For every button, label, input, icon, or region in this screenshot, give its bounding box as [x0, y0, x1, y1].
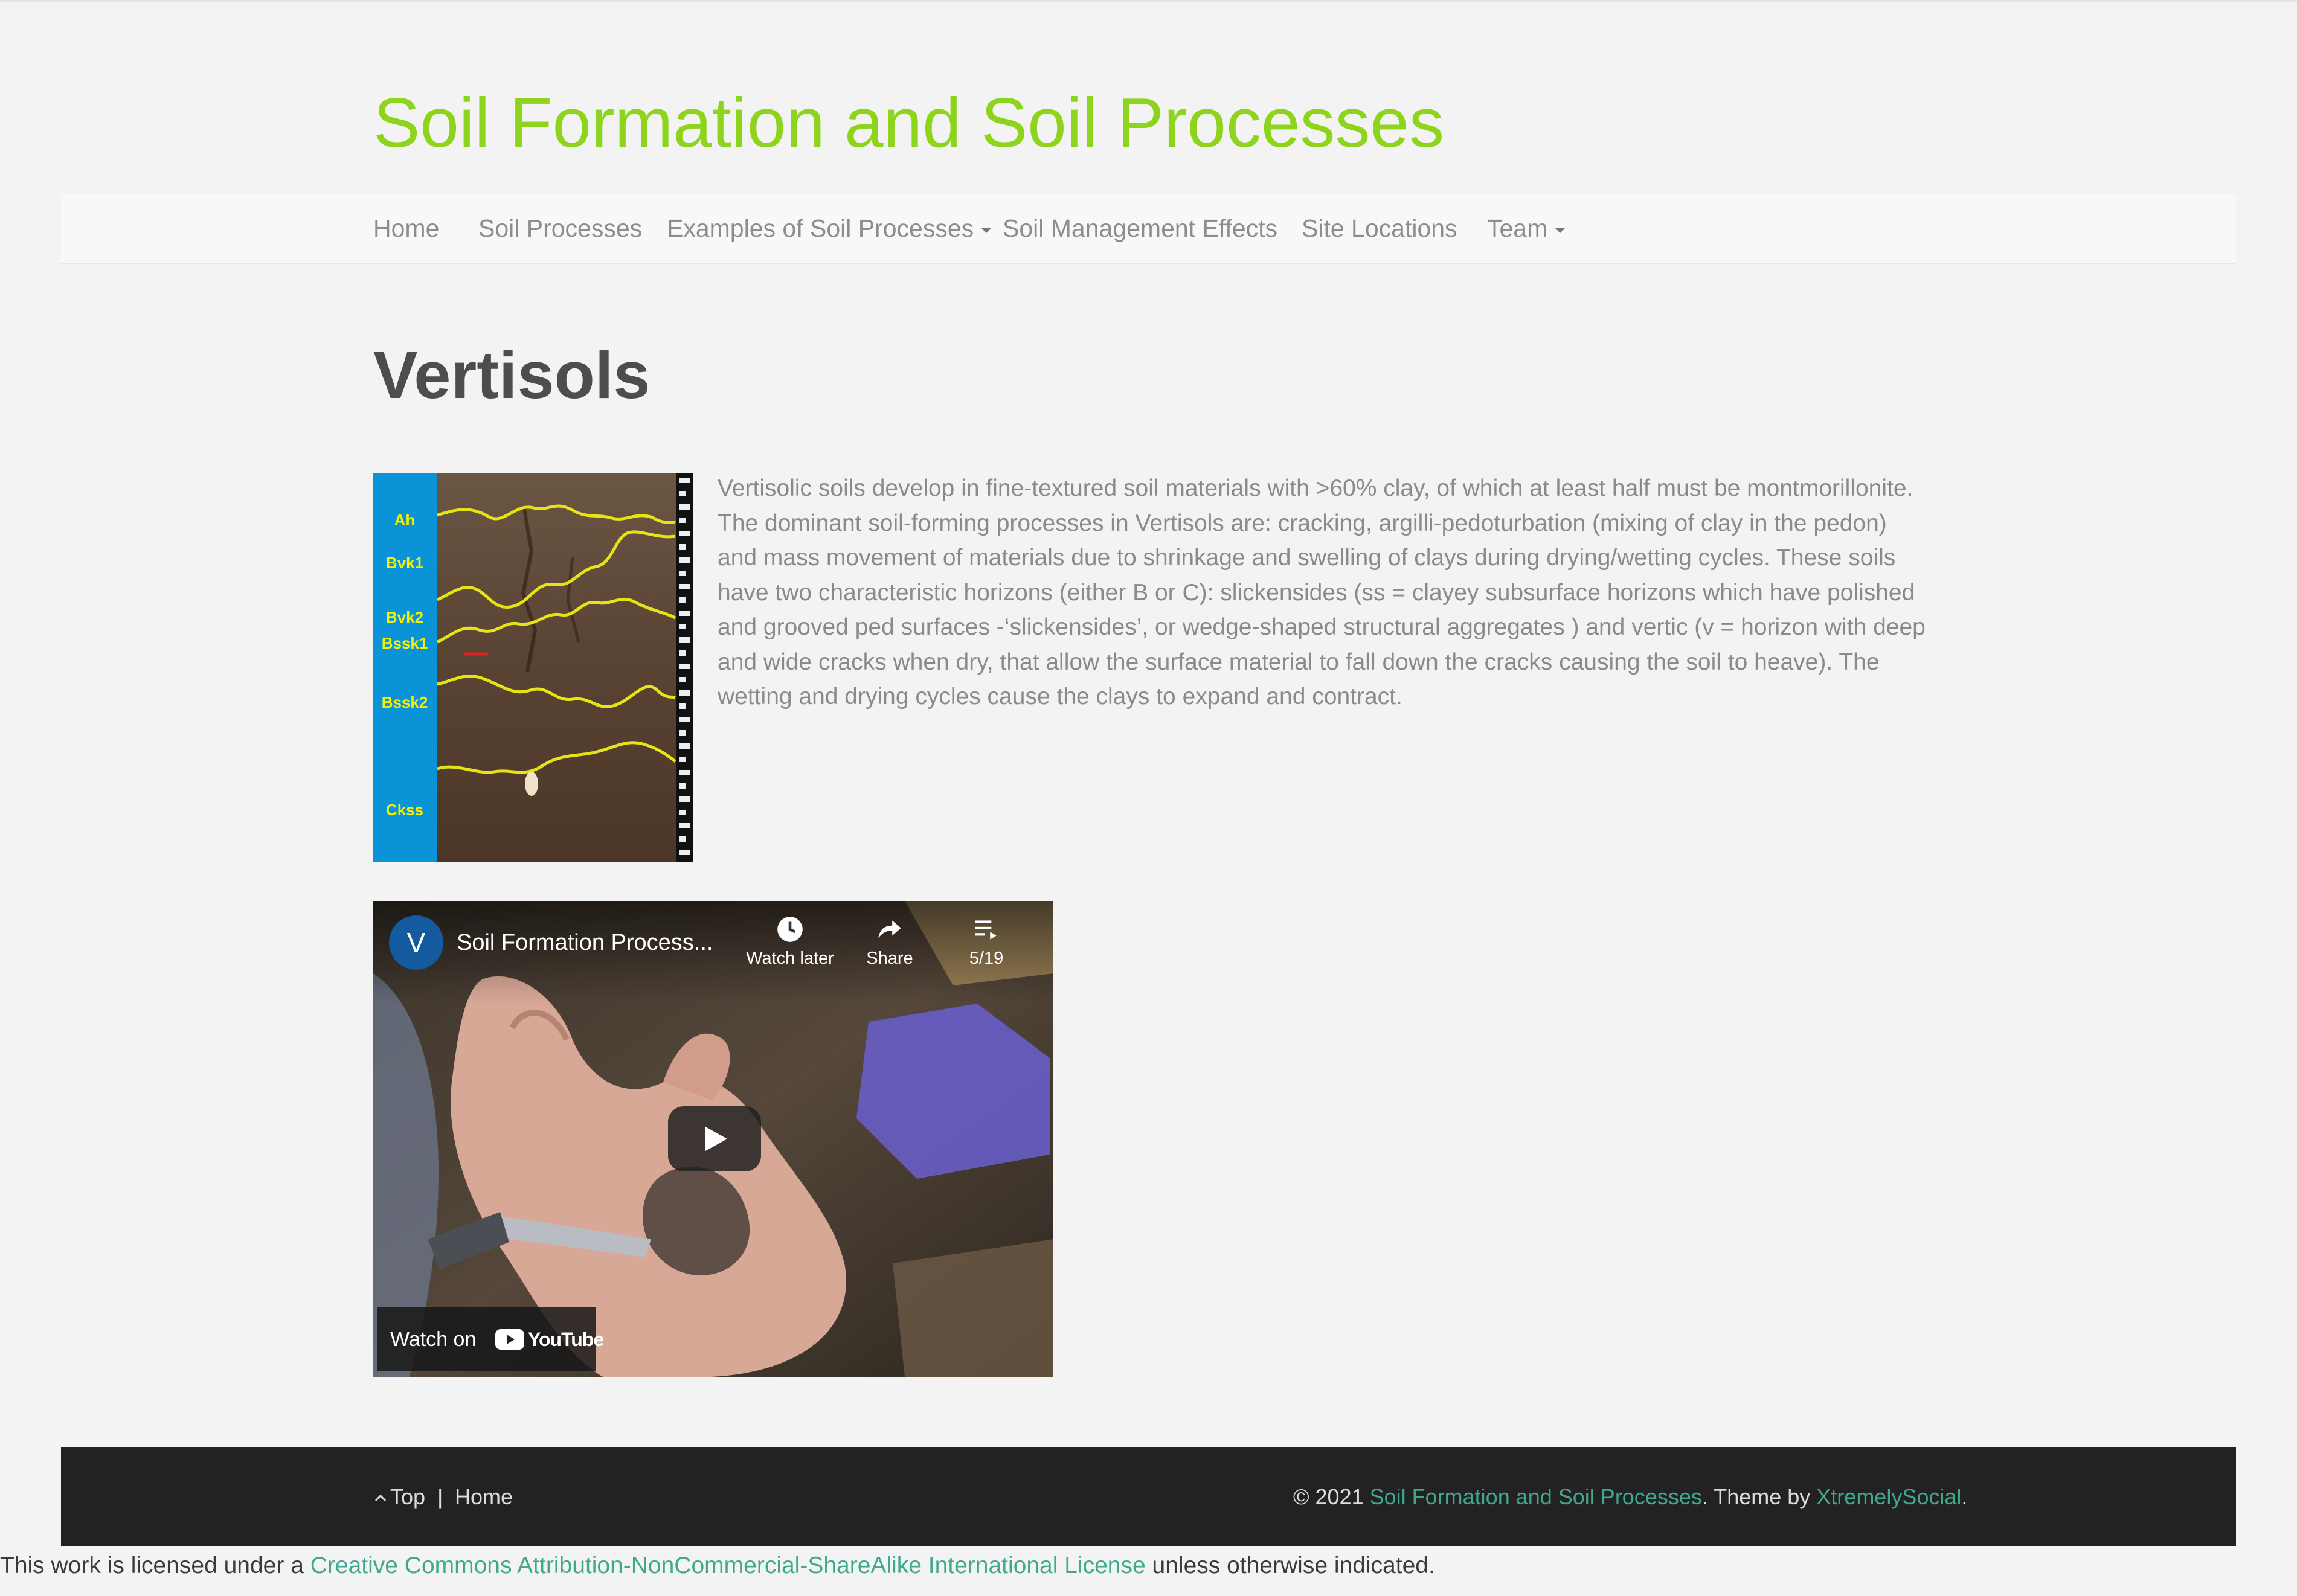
license-link[interactable]: Creative Commons Attribution-NonCommerci…	[310, 1553, 1146, 1578]
footer-period: .	[1961, 1484, 1968, 1509]
measuring-tape-ticks	[679, 478, 690, 855]
theme-by-text: . Theme by	[1701, 1484, 1817, 1509]
footer: Top | Home © 2021 Soil Formation and Soi…	[61, 1447, 2236, 1546]
horizon-label: Ckss	[386, 801, 423, 819]
share-label: Share	[866, 949, 913, 968]
youtube-wordmark: YouTube	[528, 1328, 604, 1350]
nav-team-dropdown[interactable]: Team	[1487, 194, 1566, 263]
watch-later-button[interactable]: Watch later	[742, 914, 838, 969]
horizon-label: Bvk1	[386, 554, 423, 572]
watch-on-youtube-button[interactable]: Watch on YouTube	[377, 1307, 604, 1371]
nav-soil-processes[interactable]: Soil Processes	[478, 194, 642, 263]
footer-copyright: © 2021 Soil Formation and Soil Processes…	[1293, 1447, 1967, 1546]
horizon-label: Bssk1	[382, 634, 428, 652]
video-title[interactable]: Soil Formation Process...	[457, 928, 713, 958]
horizon-label: Bssk2	[382, 693, 428, 711]
nav-home-label: Home	[373, 214, 440, 242]
footer-home-link[interactable]: Home	[455, 1447, 513, 1546]
share-icon	[878, 920, 901, 938]
footer-top-label: Top	[390, 1484, 426, 1509]
footer-site-link[interactable]: Soil Formation and Soil Processes	[1370, 1484, 1702, 1509]
youtube-video-embed[interactable]: V Soil Formation Process... Watch later …	[373, 901, 1053, 1377]
nav-soil-processes-label: Soil Processes	[478, 214, 643, 242]
channel-avatar[interactable]: V	[389, 915, 443, 970]
theme-author-link[interactable]: XtremelySocial	[1816, 1484, 1961, 1509]
site-title[interactable]: Soil Formation and Soil Processes	[373, 77, 1444, 168]
clock-icon	[777, 917, 803, 942]
horizon-label: Bvk2	[386, 608, 423, 626]
caret-down-icon	[1555, 227, 1566, 233]
footer-top-link[interactable]: Top	[373, 1447, 425, 1546]
nav-examples-label: Examples of Soil Processes	[667, 214, 974, 242]
chevron-up-icon	[374, 1495, 387, 1502]
playlist-count: 5/19	[969, 949, 1004, 968]
youtube-logo-icon	[495, 1329, 524, 1350]
vertisols-description: Vertisolic soils develop in fine-texture…	[718, 475, 1926, 710]
license-notice: This work is licensed under a Creative C…	[0, 1548, 1435, 1584]
license-prefix: This work is licensed under a	[0, 1553, 310, 1578]
play-button[interactable]	[668, 1106, 761, 1171]
playlist-icon	[975, 920, 997, 940]
playlist-button[interactable]: 5/19	[950, 914, 1023, 969]
license-suffix: unless otherwise indicated.	[1145, 1553, 1435, 1578]
main-navbar: Home Soil Processes Examples of Soil Pro…	[61, 194, 2236, 264]
nav-examples-dropdown[interactable]: Examples of Soil Processes	[667, 194, 992, 263]
nav-home[interactable]: Home	[373, 194, 439, 263]
watch-later-label: Watch later	[746, 949, 834, 968]
nav-soil-management-effects[interactable]: Soil Management Effects	[1003, 194, 1277, 263]
play-icon	[705, 1127, 727, 1151]
soil-profile-image: Ah Bvk1 Bvk2 Bssk1 Bssk2 Ckss	[373, 473, 693, 862]
watch-on-label: Watch on	[390, 1328, 477, 1351]
nav-soil-management-label: Soil Management Effects	[1003, 214, 1278, 242]
nav-team-label: Team	[1487, 214, 1548, 242]
copyright-prefix: © 2021	[1293, 1484, 1370, 1509]
caret-down-icon	[981, 227, 992, 233]
nav-site-locations-label: Site Locations	[1302, 214, 1457, 242]
channel-initial: V	[406, 927, 426, 958]
nav-site-locations[interactable]: Site Locations	[1302, 194, 1457, 263]
top-border	[0, 0, 2297, 2]
share-button[interactable]: Share	[853, 914, 926, 969]
footer-separator: |	[437, 1484, 443, 1509]
page-title: Vertisols	[373, 338, 651, 412]
pebble	[525, 772, 538, 796]
horizon-label: Ah	[394, 511, 416, 529]
